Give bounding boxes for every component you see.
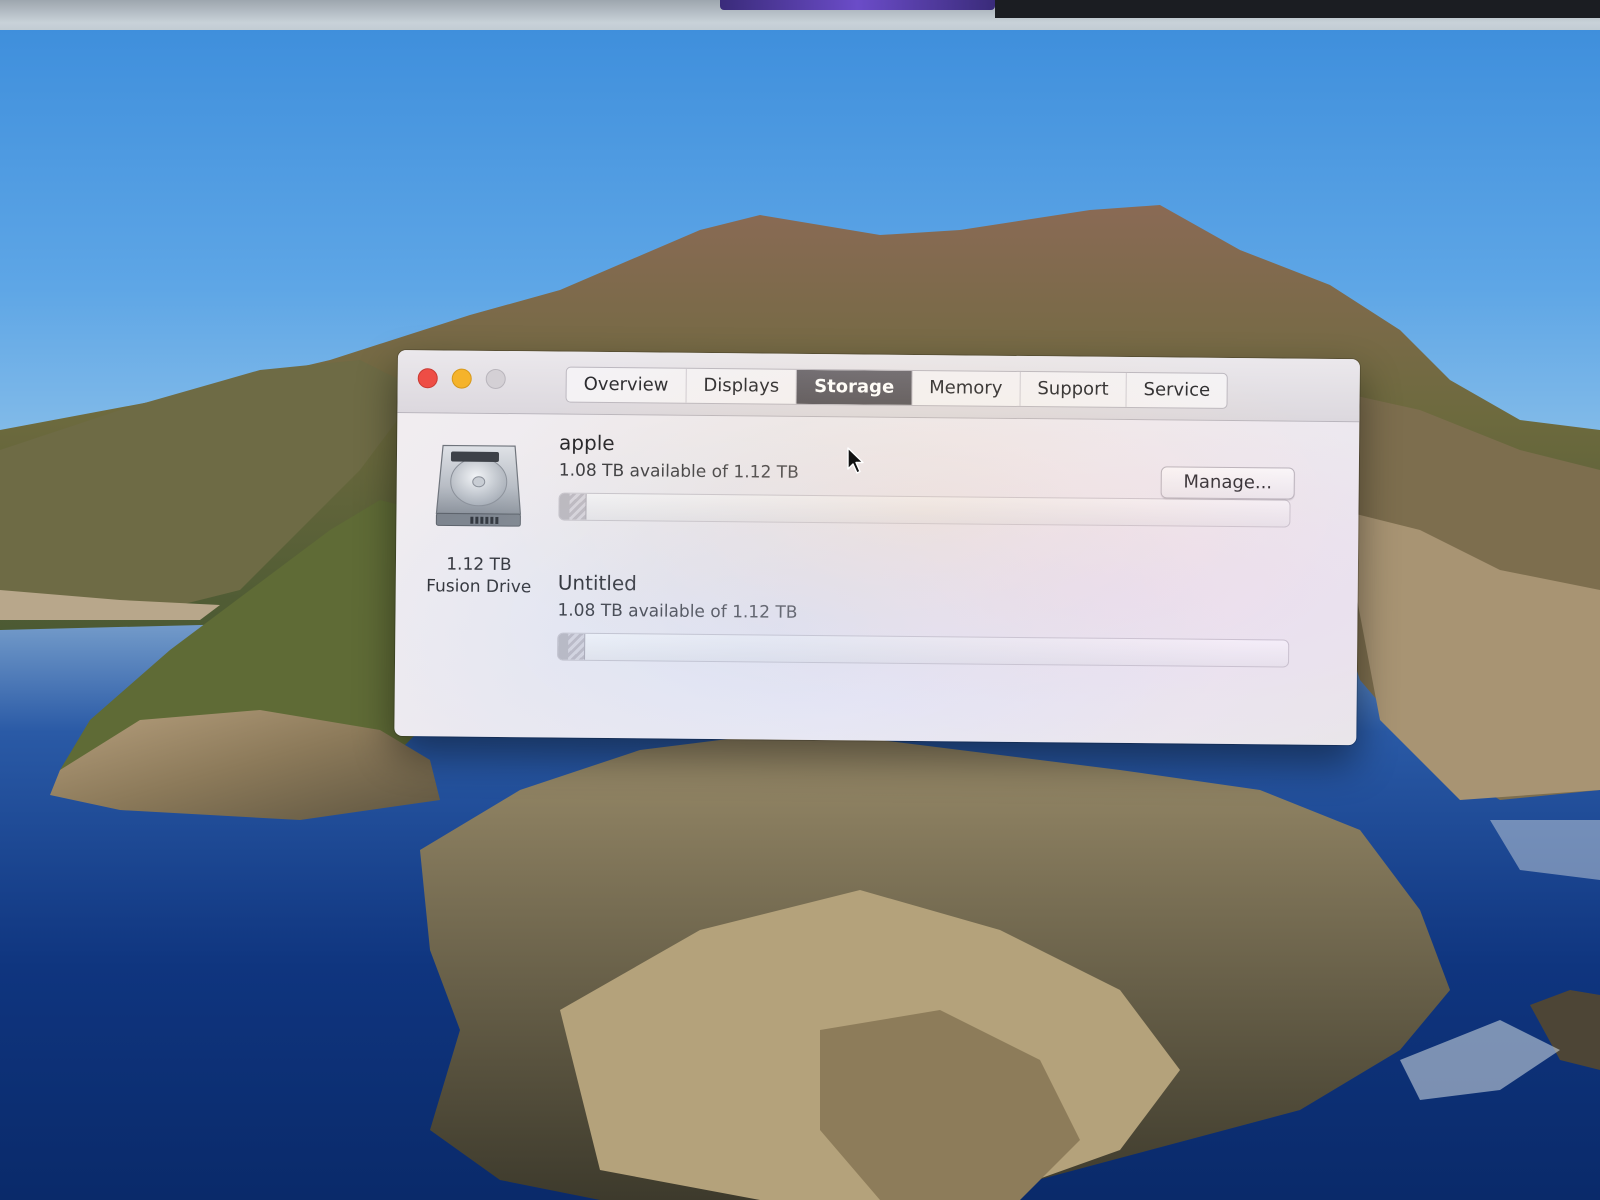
volume-untitled: Untitled 1.08 TB available of 1.12 TB xyxy=(557,569,1298,668)
storage-window: Overview Displays Storage Memory Support… xyxy=(394,350,1360,746)
tab-storage[interactable]: Storage xyxy=(796,369,913,405)
disk-capacity: 1.12 TB xyxy=(446,554,512,576)
zoom-button xyxy=(485,368,506,390)
tab-service[interactable]: Service xyxy=(1126,373,1227,408)
manage-button[interactable]: Manage... xyxy=(1160,466,1295,500)
bezel-light-strip xyxy=(720,0,995,10)
volume-name: apple xyxy=(559,430,615,456)
hard-drive-icon xyxy=(435,444,522,527)
storage-used-segment xyxy=(558,633,586,660)
tab-displays[interactable]: Displays xyxy=(686,368,798,404)
tab-support[interactable]: Support xyxy=(1020,371,1127,407)
volume-availability: 1.08 TB available of 1.12 TB xyxy=(557,600,798,623)
storage-panel: 1.12 TB Fusion Drive apple 1.08 TB avail… xyxy=(394,413,1359,745)
tab-overview[interactable]: Overview xyxy=(566,367,687,403)
bezel-dark-area xyxy=(995,0,1600,18)
minimize-button[interactable] xyxy=(451,368,472,389)
storage-used-segment xyxy=(559,493,587,520)
storage-usage-bar xyxy=(557,632,1290,668)
disk-type: Fusion Drive xyxy=(426,576,532,598)
volume-name: Untitled xyxy=(557,570,638,596)
tab-bar: Overview Displays Storage Memory Support… xyxy=(565,366,1229,409)
window-titlebar: Overview Displays Storage Memory Support… xyxy=(397,350,1360,423)
close-button[interactable] xyxy=(417,368,438,389)
mouse-pointer-icon xyxy=(847,447,864,474)
tab-memory[interactable]: Memory xyxy=(912,370,1021,406)
